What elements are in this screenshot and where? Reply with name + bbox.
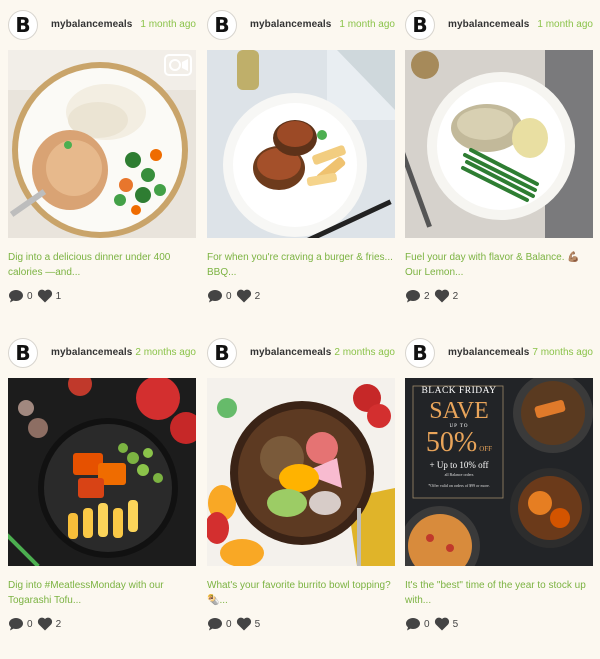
- post-caption[interactable]: Dig into a delicious dinner under 400 ca…: [8, 250, 196, 280]
- post-caption[interactable]: What's your favorite burrito bowl toppin…: [207, 578, 395, 608]
- feed-post[interactable]: B mybalancemeals 2 months ago: [207, 333, 395, 631]
- like-count: 5: [452, 618, 459, 630]
- post-stats: 0 2: [8, 616, 65, 632]
- like-count: 2: [254, 290, 261, 302]
- post-image[interactable]: [405, 50, 593, 238]
- post-timestamp: 1 month ago: [537, 19, 593, 30]
- comment-icon[interactable]: [8, 288, 24, 304]
- heart-icon[interactable]: [236, 288, 252, 304]
- post-timestamp: 7 months ago: [532, 347, 593, 358]
- comment-count: 0: [27, 290, 33, 302]
- post-timestamp: 1 month ago: [140, 19, 196, 30]
- post-timestamp: 2 months ago: [334, 347, 395, 358]
- post-image[interactable]: BLACK FRIDAY SAVE UP TO 50% OFF + Up to …: [405, 378, 593, 566]
- comment-count: 0: [226, 290, 232, 302]
- heart-icon[interactable]: [37, 288, 53, 304]
- post-username[interactable]: mybalancemeals: [51, 19, 132, 30]
- post-header: B mybalancemeals 7 months ago: [405, 333, 593, 373]
- post-stats: 0 5: [207, 616, 264, 632]
- comment-count: 0: [424, 618, 430, 630]
- post-stats: 0 5: [405, 616, 462, 632]
- comment-icon[interactable]: [207, 288, 223, 304]
- comment-icon[interactable]: [8, 616, 24, 632]
- post-caption[interactable]: Dig into #MeatlessMonday with our Togara…: [8, 578, 196, 608]
- post-caption[interactable]: Fuel your day with flavor & Balance. 💪🏽 …: [405, 250, 593, 280]
- post-username[interactable]: mybalancemeals: [448, 19, 529, 30]
- promo-line-4: 50%: [425, 427, 478, 458]
- like-count: 2: [452, 290, 459, 302]
- like-count: 2: [55, 618, 62, 630]
- promo-line-7: all Balance orders: [444, 472, 474, 477]
- post-image[interactable]: [8, 378, 196, 566]
- post-image[interactable]: [207, 50, 395, 238]
- avatar[interactable]: B: [405, 338, 435, 368]
- avatar[interactable]: B: [405, 10, 435, 40]
- post-header: B mybalancemeals 1 month ago: [207, 5, 395, 45]
- post-caption[interactable]: It's the "best" time of the year to stoc…: [405, 578, 593, 608]
- post-timestamp: 2 months ago: [135, 347, 196, 358]
- video-icon: [164, 54, 192, 76]
- comment-icon[interactable]: [405, 288, 421, 304]
- post-stats: 0 1: [8, 288, 65, 304]
- like-count: 1: [55, 290, 62, 302]
- post-stats: 2 2: [405, 288, 462, 304]
- promo-line-8: *Offer valid on orders of $99 or more.: [428, 483, 490, 488]
- comment-icon[interactable]: [405, 616, 421, 632]
- promo-line-1: BLACK FRIDAY: [421, 386, 497, 396]
- promo-line-5: OFF: [479, 445, 493, 453]
- post-header: B mybalancemeals 1 month ago: [8, 5, 196, 45]
- feed-post[interactable]: B mybalancemeals 1 month ago: [207, 5, 395, 303]
- post-header: B mybalancemeals 2 months ago: [8, 333, 196, 373]
- post-caption[interactable]: For when you're craving a burger & fries…: [207, 250, 395, 280]
- feed-post[interactable]: B mybalancemeals 2 months ago: [8, 333, 196, 631]
- avatar[interactable]: B: [8, 10, 38, 40]
- heart-icon[interactable]: [434, 288, 450, 304]
- post-stats: 0 2: [207, 288, 264, 304]
- promo-line-2: SAVE: [429, 398, 489, 424]
- post-image[interactable]: [8, 50, 196, 238]
- post-username[interactable]: mybalancemeals: [448, 347, 529, 358]
- avatar[interactable]: B: [8, 338, 38, 368]
- heart-icon[interactable]: [434, 616, 450, 632]
- post-username[interactable]: mybalancemeals: [250, 19, 331, 30]
- avatar[interactable]: B: [207, 338, 237, 368]
- post-image[interactable]: [207, 378, 395, 566]
- feed-post[interactable]: B mybalancemeals 1 month ago: [8, 5, 196, 303]
- comment-count: 0: [226, 618, 232, 630]
- post-header: B mybalancemeals 1 month ago: [405, 5, 593, 45]
- post-timestamp: 1 month ago: [339, 19, 395, 30]
- instagram-feed-grid: B mybalancemeals 1 month ago Dig into a …: [0, 0, 600, 659]
- like-count: 5: [254, 618, 261, 630]
- avatar[interactable]: B: [207, 10, 237, 40]
- feed-post[interactable]: B mybalancemeals 1 month ago Fuel your d…: [405, 5, 593, 303]
- post-header: B mybalancemeals 2 months ago: [207, 333, 395, 373]
- post-username[interactable]: mybalancemeals: [51, 347, 132, 358]
- feed-post[interactable]: B mybalancemeals 7 months ago BLACK FRID…: [405, 333, 593, 631]
- comment-count: 0: [27, 618, 33, 630]
- promo-line-6: + Up to 10% off: [429, 460, 489, 470]
- comment-count: 2: [424, 290, 430, 302]
- heart-icon[interactable]: [37, 616, 53, 632]
- promo-banner: BLACK FRIDAY SAVE UP TO 50% OFF + Up to …: [413, 384, 505, 488]
- heart-icon[interactable]: [236, 616, 252, 632]
- post-username[interactable]: mybalancemeals: [250, 347, 331, 358]
- comment-icon[interactable]: [207, 616, 223, 632]
